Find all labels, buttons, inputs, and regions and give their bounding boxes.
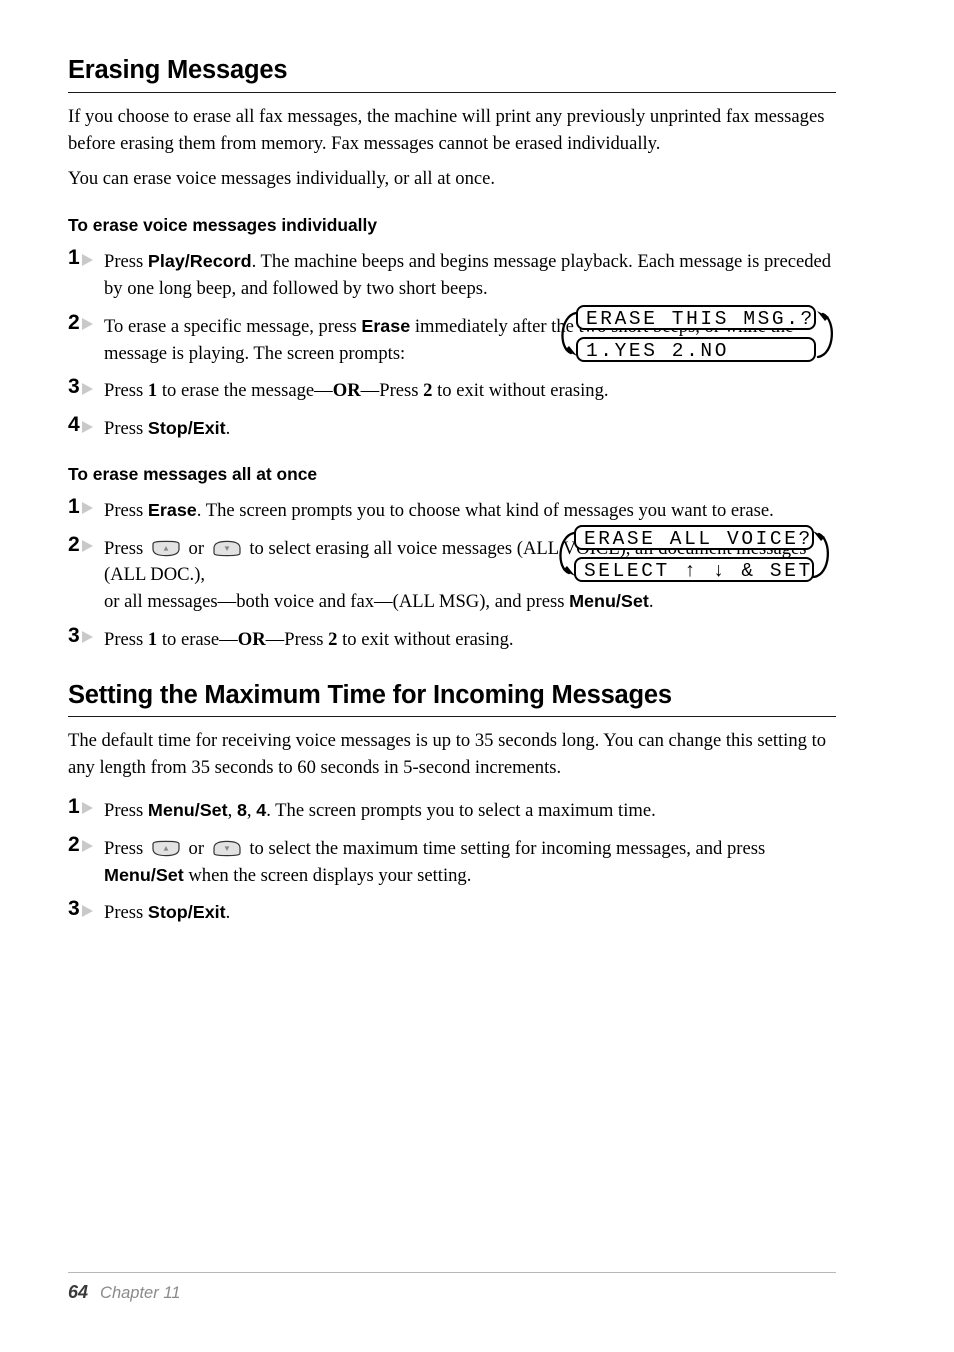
lcd-display-erase-this-msg: ERASE THIS MSG.? 1.YES 2.NO bbox=[552, 300, 842, 372]
step-arrow-icon bbox=[81, 840, 93, 853]
footer-text: 64 Chapter 11 bbox=[68, 1282, 836, 1303]
step-text: Press Stop/Exit. bbox=[104, 418, 231, 440]
step-number: 2 bbox=[68, 311, 102, 334]
step-arrow-icon bbox=[81, 318, 93, 331]
step-item: 3 Press Stop/Exit. bbox=[68, 898, 836, 927]
emphasis-text: 8 bbox=[236, 800, 247, 821]
step-arrow-icon bbox=[81, 904, 93, 917]
emphasis-text: Menu/Set bbox=[569, 591, 649, 612]
emphasis-text: 2 bbox=[423, 380, 433, 402]
lcd-line-1: ERASE ALL VOICE? bbox=[574, 525, 814, 550]
emphasis-text: OR bbox=[237, 628, 266, 650]
emphasis-text: Stop/Exit bbox=[147, 418, 226, 439]
lcd-line-1: ERASE THIS MSG.? bbox=[576, 305, 816, 330]
step-text: Press Play/Record. The machine beeps and… bbox=[104, 251, 832, 300]
step-item: 2 Press or to select the maximum time set… bbox=[68, 833, 836, 890]
step-item: 4 Press Stop/Exit. bbox=[68, 414, 836, 443]
lcd-line-2: 1.YES 2.NO bbox=[576, 337, 816, 362]
step-number: 3 bbox=[68, 624, 102, 647]
emphasis-text: 2 bbox=[328, 628, 338, 650]
footer-divider bbox=[68, 1272, 836, 1273]
footer-page-number: 64 bbox=[68, 1282, 89, 1302]
footer-chapter-label: Chapter 11 bbox=[100, 1284, 181, 1302]
steps-list-max-time: 1 Press Menu/Set, 8, 4. The screen prompt… bbox=[68, 796, 836, 927]
page-content: Erasing Messages If you choose to erase … bbox=[68, 56, 836, 927]
step-item: 3 Press 1 to erase the message—OR—Press 2… bbox=[68, 376, 836, 405]
step-number: 3 bbox=[68, 376, 102, 398]
step-arrow-icon bbox=[81, 382, 93, 395]
down-key-icon bbox=[211, 540, 243, 557]
document-page: Erasing Messages If you choose to erase … bbox=[0, 0, 954, 1352]
emphasis-text: Menu/Set bbox=[104, 864, 184, 885]
step-arrow-icon bbox=[81, 802, 93, 815]
section-rule-1 bbox=[68, 91, 836, 93]
page-footer: 64 Chapter 11 bbox=[68, 1272, 836, 1303]
emphasis-text: Menu/Set bbox=[147, 800, 228, 821]
step-item: 3 Press 1 to erase—OR—Press 2 to exit wit… bbox=[68, 624, 836, 654]
emphasis-text: OR bbox=[332, 380, 361, 402]
step-number: 1 bbox=[68, 247, 102, 269]
emphasis-text: Play/Record bbox=[147, 251, 252, 272]
step-arrow-icon bbox=[81, 539, 93, 552]
step-number: 4 bbox=[68, 414, 102, 436]
section-title-max-time: Setting the Maximum Time for Incoming Me… bbox=[68, 680, 672, 709]
emphasis-text: Erase bbox=[147, 499, 197, 520]
emphasis-text: 1 bbox=[147, 628, 158, 650]
emphasis-text: 1 bbox=[147, 380, 158, 402]
step-item: 1 Press Menu/Set, 8, 4. The screen prompt… bbox=[68, 796, 836, 825]
up-key-icon bbox=[150, 840, 182, 857]
section-rule-2 bbox=[68, 716, 836, 718]
up-key-icon bbox=[150, 540, 182, 557]
emphasis-text: Erase bbox=[361, 315, 411, 336]
lcd-line-2: SELECT ↑ ↓ & SET bbox=[574, 557, 814, 582]
step-text: Press or to select the maximum time sett… bbox=[104, 837, 766, 886]
step-number: 2 bbox=[68, 833, 102, 856]
step-arrow-icon bbox=[81, 253, 93, 266]
intro-paragraph-1: If you choose to erase all fax messages,… bbox=[68, 105, 825, 154]
step-text: Press Stop/Exit. bbox=[104, 902, 231, 924]
subsection-title-erase-individually: To erase voice messages individually bbox=[68, 215, 377, 236]
lcd-display-erase-all-voice: ERASE ALL VOICE? SELECT ↑ ↓ & SET bbox=[546, 520, 836, 592]
intro-paragraph-3: The default time for receiving voice mes… bbox=[68, 730, 827, 779]
step-arrow-icon bbox=[81, 420, 93, 433]
step-text: Press Menu/Set, 8, 4. The screen prompts… bbox=[104, 800, 656, 822]
section-title-erasing-messages: Erasing Messages bbox=[68, 56, 288, 84]
step-arrow-icon bbox=[81, 631, 93, 644]
step-number: 2 bbox=[68, 533, 102, 556]
intro-paragraph-2: You can erase voice messages individuall… bbox=[68, 168, 496, 190]
step-number: 3 bbox=[68, 898, 102, 920]
emphasis-text: Stop/Exit bbox=[147, 902, 226, 923]
step-arrow-icon bbox=[81, 502, 93, 515]
emphasis-text: 4 bbox=[256, 800, 267, 821]
step-number: 1 bbox=[68, 495, 102, 518]
step-item: 1 Press Play/Record. The machine beeps an… bbox=[68, 247, 836, 303]
step-text: Press 1 to erase the message—OR—Press 2 … bbox=[104, 380, 609, 402]
step-text: Press 1 to erase—OR—Press 2 to exit with… bbox=[104, 628, 514, 650]
subsection-title-erase-all-at-once: To erase messages all at once bbox=[68, 463, 318, 484]
step-number: 1 bbox=[68, 796, 102, 818]
down-key-icon bbox=[211, 840, 243, 857]
